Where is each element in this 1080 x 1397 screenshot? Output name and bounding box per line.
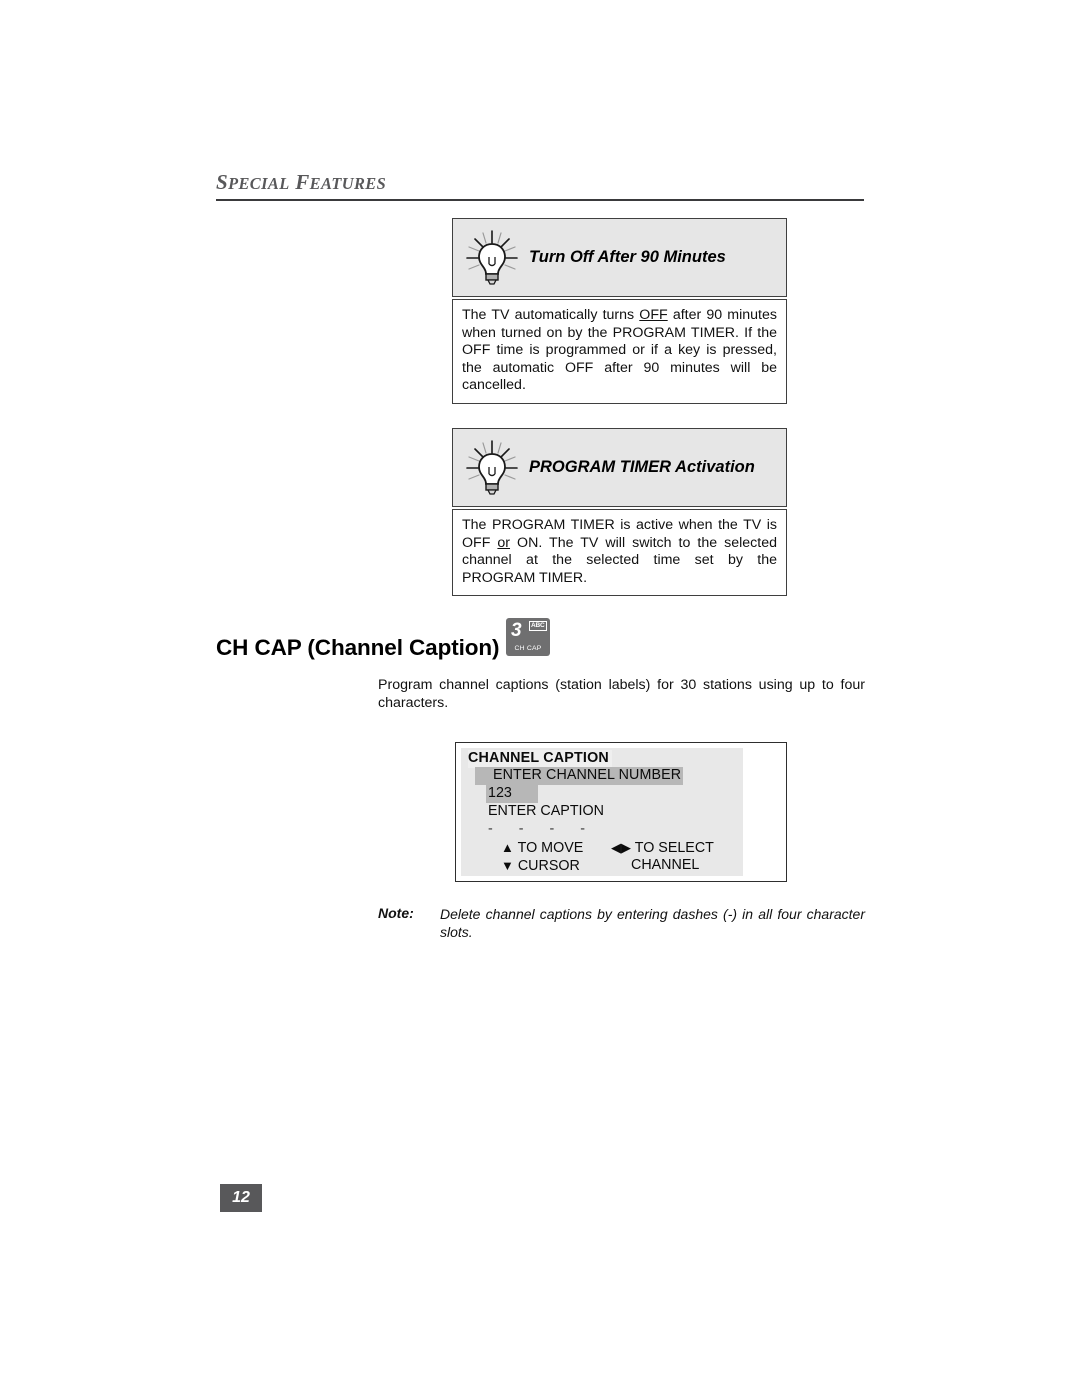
- section-header: SPECIAL FEATURES: [216, 172, 864, 194]
- tip-body: The PROGRAM TIMER is active when the TV …: [452, 509, 787, 597]
- tip-title: PROGRAM TIMER Activation: [529, 458, 755, 476]
- tip-box-turn-off: Turn Off After 90 Minutes The TV automat…: [452, 218, 787, 404]
- note-block: Note: Delete channel captions by enterin…: [378, 905, 865, 941]
- osd-screenshot: CHANNEL CAPTION ENTER CHANNEL NUMBER 123…: [455, 742, 787, 882]
- tip-header: PROGRAM TIMER Activation: [452, 428, 787, 507]
- osd-prompt-caption: ENTER CAPTION: [488, 803, 604, 819]
- tip-box-program-timer: PROGRAM TIMER Activation The PROGRAM TIM…: [452, 428, 787, 597]
- remote-key-letters: ABC: [528, 621, 547, 631]
- osd-legend-right-2: CHANNEL: [631, 857, 700, 873]
- header-rule: [216, 199, 864, 201]
- note-label: Note:: [378, 905, 414, 921]
- lightbulb-icon: [461, 437, 523, 499]
- page-title: SPECIAL FEATURES: [216, 170, 387, 194]
- remote-key-ch-cap[interactable]: 3 ABC CH CAP: [506, 618, 550, 656]
- underlined-term: OFF: [639, 307, 668, 323]
- osd-legend-left-1: ▲ TO MOVE: [501, 840, 584, 856]
- osd-prompt-channel: ENTER CHANNEL NUMBER: [475, 767, 684, 785]
- tip-body-text: The PROGRAM TIMER is active when the TV …: [462, 517, 777, 586]
- arrow-left-right-icon: ◀▶: [611, 840, 631, 855]
- note-text: Delete channel captions by entering dash…: [440, 906, 865, 940]
- feature-heading: CH CAP (Channel Caption): [216, 635, 500, 660]
- page-number-badge: 12: [220, 1184, 262, 1212]
- osd-screen: CHANNEL CAPTION ENTER CHANNEL NUMBER 123…: [461, 748, 743, 876]
- tip-title: Turn Off After 90 Minutes: [529, 248, 726, 266]
- arrow-down-icon: ▼: [501, 858, 514, 873]
- tip-body-text: The TV automatically turns OFF after 90 …: [462, 307, 777, 394]
- osd-legend-left-2: ▼ CURSOR: [501, 858, 580, 874]
- tip-header: Turn Off After 90 Minutes: [452, 218, 787, 297]
- osd-legend-right-1: ◀▶ TO SELECT: [611, 840, 714, 856]
- osd-caption-slots[interactable]: - - - -: [488, 821, 596, 839]
- remote-key-number: 3: [511, 620, 522, 641]
- osd-channel-value[interactable]: 123: [486, 785, 538, 803]
- lightbulb-icon: [461, 227, 523, 289]
- remote-key-sublabel: CH CAP: [514, 645, 542, 652]
- arrow-up-icon: ▲: [501, 840, 514, 855]
- underlined-term: or: [497, 534, 511, 551]
- tip-body: The TV automatically turns OFF after 90 …: [452, 299, 787, 404]
- feature-description: Program channel captions (station labels…: [378, 677, 865, 711]
- osd-title: CHANNEL CAPTION: [468, 750, 612, 768]
